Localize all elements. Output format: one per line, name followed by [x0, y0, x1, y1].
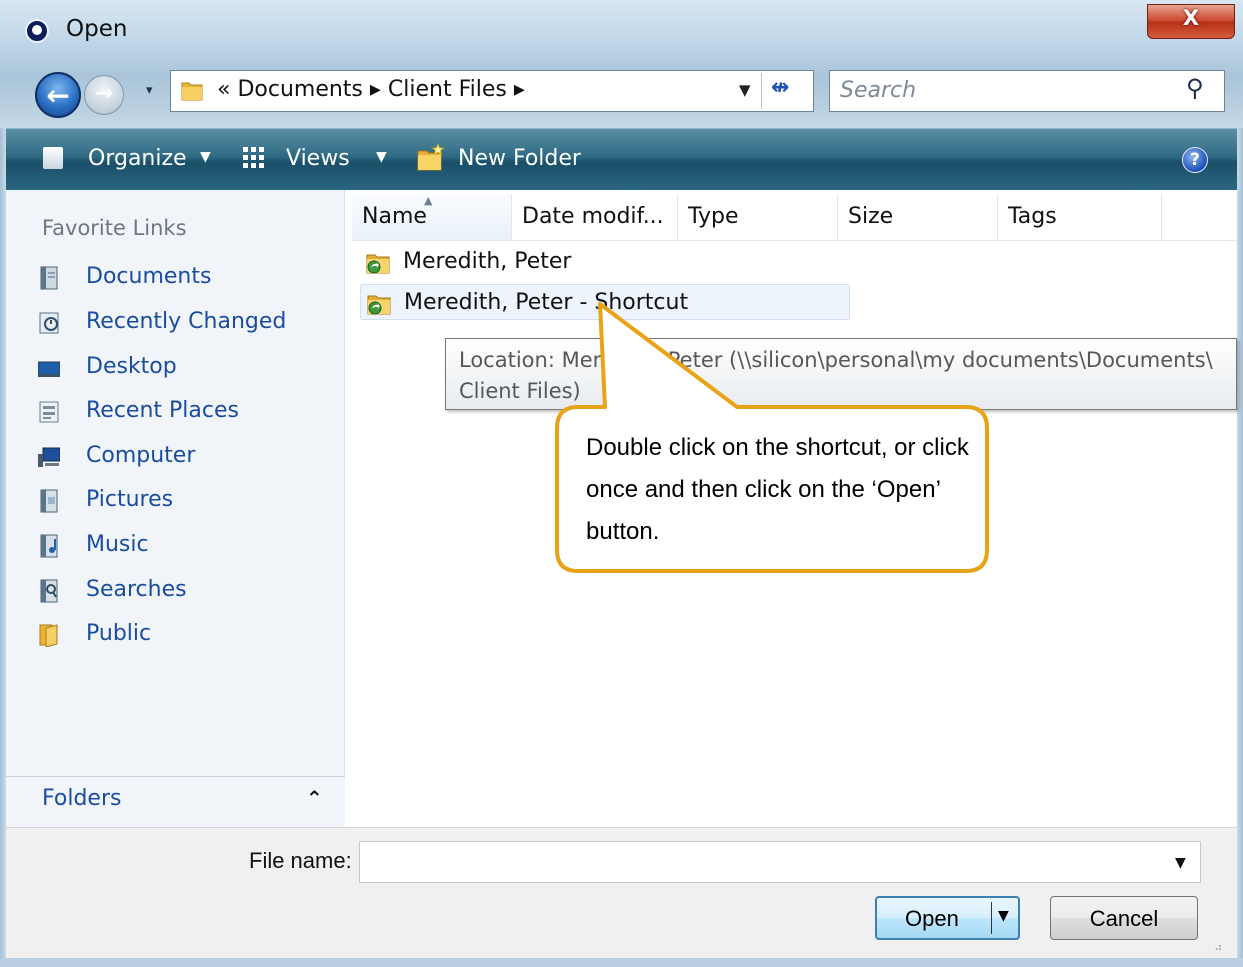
nav-item-recently-changed[interactable]: Recently Changed — [34, 305, 324, 343]
address-divider — [761, 73, 762, 109]
nav-item-label: Desktop — [86, 354, 177, 379]
file-row-selected[interactable]: Meredith, Peter - Shortcut — [360, 284, 850, 320]
nav-item-recent-places[interactable]: Recent Places — [34, 394, 324, 432]
nav-item-label: Music — [86, 532, 149, 557]
nav-item-desktop[interactable]: Desktop — [34, 350, 324, 388]
command-toolbar: Organize ▼ Views ▼ New Folder ? — [6, 128, 1237, 190]
nav-item-music[interactable]: Music — [34, 528, 324, 566]
public-folder-icon — [39, 624, 58, 647]
recently-changed-icon — [39, 312, 59, 334]
location-tooltip: Location: Meredith, Peter (\\silicon\per… — [445, 338, 1237, 410]
address-bar[interactable]: « Documents ▸ Client Files ▸ ▼ ↮ — [170, 70, 814, 112]
organize-button[interactable]: Organize — [88, 146, 187, 171]
column-header-tags[interactable]: Tags — [998, 194, 1162, 240]
forward-arrow-icon: → — [94, 81, 114, 106]
file-name: Meredith, Peter - Shortcut — [404, 290, 689, 315]
cancel-button-label: Cancel — [1089, 906, 1159, 931]
column-header-size[interactable]: Size — [838, 194, 998, 240]
favorite-links-heading: Favorite Links — [42, 216, 187, 240]
callout-text: Double click on the shortcut, or click o… — [586, 434, 969, 545]
back-button[interactable]: ← — [35, 72, 81, 118]
nav-item-label: Searches — [86, 577, 187, 602]
window-frame-bottom — [0, 958, 1243, 967]
nav-item-searches[interactable]: Searches — [34, 573, 324, 611]
computer-icon — [38, 447, 60, 467]
nav-item-label: Pictures — [86, 487, 174, 512]
views-dropdown-icon[interactable]: ▼ — [376, 149, 387, 165]
shortcut-folder-icon — [367, 295, 391, 315]
help-icon[interactable]: ? — [1182, 147, 1208, 173]
new-folder-icon — [417, 143, 445, 171]
recent-places-icon — [39, 401, 59, 423]
organize-icon — [43, 147, 63, 169]
organize-dropdown-icon[interactable]: ▼ — [200, 149, 211, 165]
file-name: Meredith, Peter — [403, 249, 572, 274]
cancel-button[interactable]: Cancel — [1050, 896, 1198, 940]
nav-item-label: Recent Places — [86, 398, 239, 423]
search-icon[interactable]: ⚲ — [1186, 74, 1204, 102]
close-button[interactable]: X — [1147, 4, 1235, 39]
open-options-dropdown-icon[interactable]: ▼ — [998, 908, 1009, 924]
searches-icon — [40, 579, 58, 603]
file-row[interactable]: Meredith, Peter — [360, 244, 850, 280]
nav-item-label: Documents — [86, 264, 212, 289]
breadcrumb[interactable]: « Documents ▸ Client Files ▸ — [217, 77, 525, 102]
nav-item-public[interactable]: Public — [34, 617, 324, 655]
search-input[interactable] — [840, 78, 1180, 103]
documents-icon — [40, 266, 58, 290]
window-frame-right — [1237, 128, 1243, 967]
address-dropdown-icon[interactable]: ▼ — [739, 81, 751, 99]
column-header: Name Date modif... Type Size Tags — [352, 194, 1237, 241]
pictures-icon — [40, 489, 58, 513]
search-box[interactable]: ⚲ — [829, 70, 1225, 112]
sort-ascending-icon: ▲ — [424, 194, 433, 207]
nav-item-computer[interactable]: Computer — [34, 439, 324, 477]
nav-item-documents[interactable]: Documents — [34, 260, 324, 298]
views-button[interactable]: Views — [286, 146, 350, 171]
nav-item-pictures[interactable]: Pictures — [34, 483, 324, 521]
app-icon — [25, 19, 49, 43]
music-icon — [40, 534, 58, 558]
open-button[interactable]: Open ▼ — [875, 896, 1020, 940]
tooltip-text: Location: Meredith, Peter (\\silicon\per… — [459, 348, 1213, 403]
file-name-input[interactable] — [368, 849, 1148, 875]
column-header-type[interactable]: Type — [678, 194, 838, 240]
recent-pages-dropdown-icon[interactable]: ▾ — [146, 83, 153, 98]
views-icon — [243, 147, 265, 169]
open-button-label: Open — [905, 906, 959, 931]
nav-item-label: Public — [86, 621, 152, 646]
folder-icon — [181, 82, 203, 101]
desktop-icon — [38, 361, 60, 377]
file-name-dropdown-icon[interactable]: ▼ — [1175, 855, 1186, 871]
folders-label[interactable]: Folders — [42, 786, 121, 811]
column-header-date-modified[interactable]: Date modif... — [512, 194, 678, 240]
file-name-label: File name: — [249, 848, 352, 873]
window-title: Open — [66, 16, 128, 42]
nav-item-label: Computer — [86, 443, 196, 468]
shortcut-folder-icon — [366, 254, 390, 274]
chevron-up-icon[interactable]: ⌃ — [306, 786, 323, 810]
refresh-icon[interactable]: ↮ — [771, 75, 789, 100]
file-name-combobox[interactable]: ▼ — [359, 841, 1201, 883]
forward-button[interactable]: → — [84, 75, 124, 115]
open-split-divider — [991, 902, 992, 934]
back-arrow-icon: ← — [46, 79, 70, 112]
new-folder-button[interactable]: New Folder — [458, 146, 581, 171]
close-icon: X — [1182, 6, 1200, 30]
resize-grip-icon[interactable]: ⠴ — [1214, 940, 1223, 954]
nav-item-label: Recently Changed — [86, 309, 287, 334]
